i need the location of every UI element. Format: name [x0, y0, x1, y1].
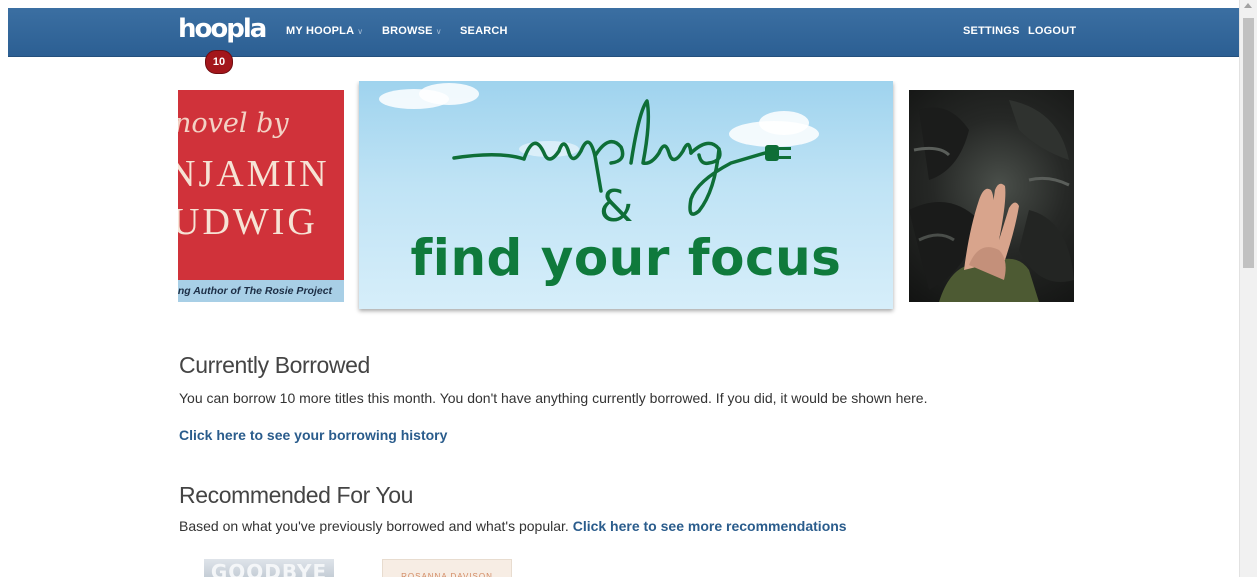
nav-search-label: SEARCH: [460, 25, 508, 37]
alien-artwork-image: [909, 100, 1074, 302]
browser-viewport: hoopla MY HOOPLA ∨ BROWSE ∨ SEARCH SETTI…: [8, 8, 1240, 577]
ampersand-text: &: [599, 181, 634, 232]
chevron-down-icon: ∨: [357, 26, 364, 36]
book-cover-author-first: NJAMIN: [178, 153, 330, 195]
book-cover-strip: ling Author of The Rosie Project: [178, 280, 344, 302]
recommended-title-thumbnail[interactable]: GOODBYE: [204, 559, 334, 577]
recommended-text: Based on what you've previously borrowed…: [179, 518, 569, 534]
nav-settings[interactable]: SETTINGS: [963, 25, 1020, 37]
hoopla-logo[interactable]: hoopla: [178, 14, 267, 44]
top-navbar: hoopla MY HOOPLA ∨ BROWSE ∨ SEARCH SETTI…: [8, 8, 1240, 57]
borrowing-history-link[interactable]: Click here to see your borrowing history: [179, 427, 447, 443]
scroll-up-icon[interactable]: [1244, 3, 1252, 8]
nav-logout-label: LOGOUT: [1028, 25, 1077, 37]
featured-carousel: novel by NJAMIN UDWIG ling Author of The…: [178, 81, 1074, 316]
borrowing-history-row: Click here to see your borrowing history: [179, 427, 447, 443]
page-scrollbar[interactable]: [1239, 0, 1257, 577]
recommended-title-thumbnail[interactable]: ROSANNA DAVISON: [382, 559, 512, 577]
nav-browse-label: BROWSE: [382, 25, 433, 37]
recommended-heading: Recommended For You: [179, 482, 414, 508]
nav-logout[interactable]: LOGOUT: [1028, 25, 1076, 37]
chevron-down-icon: ∨: [435, 26, 442, 36]
carousel-slide-previous[interactable]: novel by NJAMIN UDWIG ling Author of The…: [178, 90, 344, 302]
carousel-slide-next[interactable]: [909, 90, 1074, 302]
more-recommendations-link[interactable]: Click here to see more recommendations: [573, 518, 847, 534]
currently-borrowed-text: You can borrow 10 more titles this month…: [179, 390, 928, 406]
scrollbar-thumb[interactable]: [1243, 18, 1254, 268]
book-cover-author-last: UDWIG: [178, 201, 318, 243]
nav-my-hoopla[interactable]: MY HOOPLA ∨: [286, 25, 363, 37]
book-cover-subtitle: novel by: [178, 108, 289, 139]
nav-settings-label: SETTINGS: [963, 25, 1020, 37]
nav-my-hoopla-label: MY HOOPLA: [286, 25, 355, 37]
thumb-title-text: GOODBYE: [210, 560, 328, 577]
thumb-title-text: ROSANNA DAVISON: [401, 572, 493, 577]
carousel-tagline: find your focus: [410, 229, 842, 287]
carousel-slide-current[interactable]: & find your focus: [359, 81, 893, 309]
nav-search[interactable]: SEARCH: [460, 25, 508, 37]
borrow-count-badge: 10: [205, 50, 233, 74]
recommended-text-row: Based on what you've previously borrowed…: [179, 518, 847, 534]
nav-browse[interactable]: BROWSE ∨: [382, 25, 442, 37]
currently-borrowed-heading: Currently Borrowed: [179, 352, 370, 378]
